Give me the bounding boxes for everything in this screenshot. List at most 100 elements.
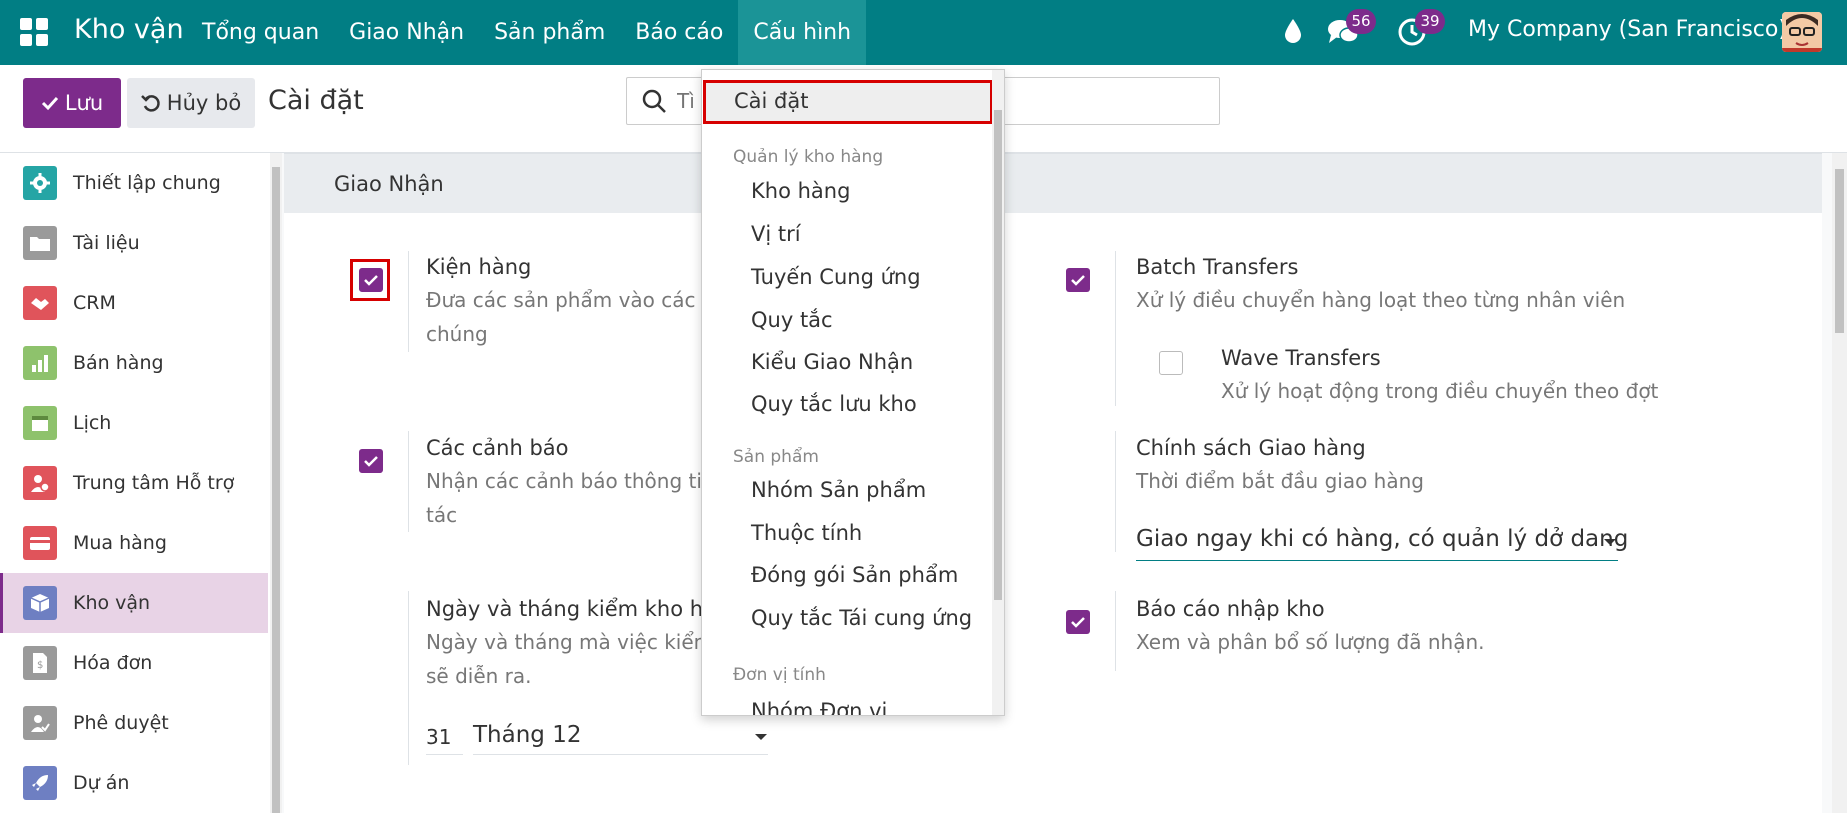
receipt-report-desc: Xem và phân bổ số lượng đã nhận. [1136, 630, 1485, 654]
dropdown-item-label: Cài đặt [734, 89, 809, 113]
divider [1115, 431, 1116, 552]
sidebar-item-approvals[interactable]: Phê duyệt [0, 693, 268, 753]
packages-desc-line2: chúng [426, 322, 488, 346]
sidebar-item-label: Tài liệu [73, 232, 140, 254]
wave-transfers-checkbox[interactable] [1159, 351, 1183, 375]
packages-desc-line1: Đưa các sản phẩm vào các [426, 288, 696, 312]
menu-reporting[interactable]: Báo cáo [620, 0, 738, 65]
settings-main: Giao Nhận Kiện hàng Đưa các sản phẩm vào… [282, 153, 1847, 813]
search-icon [642, 89, 666, 113]
top-navbar: Kho vận Tổng quan Giao Nhận Sản phẩm Báo… [0, 0, 1847, 65]
chevron-down-icon [1604, 539, 1616, 545]
apps-menu-icon[interactable] [20, 18, 48, 46]
dropdown-header-uom: Đơn vị tính [733, 665, 826, 685]
sidebar-item-label: Thiết lập chung [73, 172, 221, 194]
dropdown-item-warehouses[interactable]: Kho hàng [751, 179, 1004, 203]
dropdown-item-operation-types[interactable]: Kiểu Giao Nhận [751, 350, 1004, 374]
menu-operations[interactable]: Giao Nhận [334, 0, 479, 65]
app-brand[interactable]: Kho vận [74, 14, 184, 45]
activities-badge: 39 [1415, 9, 1445, 34]
wave-transfers-title: Wave Transfers [1221, 346, 1381, 370]
sidebar-item-inventory[interactable]: Kho vận [0, 573, 268, 633]
check-icon [41, 96, 58, 111]
inventory-month-select[interactable]: Tháng 12 [473, 722, 581, 748]
sidebar-item-crm[interactable]: CRM [0, 273, 268, 333]
inventory-day-input[interactable]: 31 [426, 725, 451, 749]
sidebar-item-helpdesk[interactable]: Trung tâm Hỗ trợ [0, 453, 268, 513]
user-avatar[interactable] [1782, 12, 1822, 52]
sidebar-scrollbar[interactable] [270, 153, 282, 813]
check-icon [364, 275, 378, 286]
warnings-title: Các cảnh báo [426, 436, 569, 460]
day-underline [426, 754, 463, 755]
svg-text:$: $ [37, 660, 43, 671]
dropdown-item-settings[interactable]: Cài đặt [703, 80, 993, 124]
section-header: Giao Nhận [284, 153, 1822, 213]
warnings-checkbox[interactable] [359, 449, 383, 473]
discard-button[interactable]: Hủy bỏ [127, 78, 255, 128]
main-menu: Tổng quan Giao Nhận Sản phẩm Báo cáo Cấu… [187, 0, 867, 65]
divider [408, 251, 409, 352]
sidebar-item-calendar[interactable]: Lịch [0, 393, 268, 453]
dropdown-scrollbar[interactable] [992, 70, 1004, 715]
menu-configuration[interactable]: Cấu hình [738, 0, 867, 65]
warnings-desc-line2: tác [426, 503, 458, 527]
dropdown-item-reordering-rules[interactable]: Quy tắc Tái cung ứng [751, 606, 1004, 630]
messages-badge: 56 [1346, 9, 1376, 34]
menu-overview[interactable]: Tổng quan [187, 0, 334, 65]
settings-panel: Kiện hàng Đưa các sản phẩm vào các chúng… [284, 213, 1822, 813]
wave-transfers-desc: Xử lý hoạt động trong điều chuyển theo đ… [1221, 379, 1659, 403]
company-switcher[interactable]: My Company (San Francisco) [1468, 17, 1787, 42]
dropdown-item-attributes[interactable]: Thuộc tính [751, 521, 1004, 545]
packages-checkbox[interactable] [359, 268, 383, 292]
support-icon [23, 466, 57, 500]
dropdown-item-locations[interactable]: Vị trí [751, 222, 1004, 246]
settings-sidebar: Thiết lập chung Tài liệu CRM Bán hàng Lị… [0, 153, 270, 813]
sidebar-item-documents[interactable]: Tài liệu [0, 213, 268, 273]
divider [408, 431, 409, 532]
calendar-icon [23, 406, 57, 440]
batch-transfers-title: Batch Transfers [1136, 255, 1299, 279]
batch-transfers-desc: Xử lý điều chuyển hàng loạt theo từng nh… [1136, 288, 1626, 312]
dropdown-header-warehouse: Quản lý kho hàng [733, 147, 884, 167]
check-icon [1071, 617, 1085, 628]
month-underline [473, 754, 768, 755]
dropdown-item-putaway-rules[interactable]: Quy tắc lưu kho [751, 392, 1004, 416]
page-title: Cài đặt [268, 85, 364, 116]
dropdown-item-product-categories[interactable]: Nhóm Sản phẩm [751, 478, 1004, 502]
packages-title: Kiện hàng [426, 255, 532, 279]
sidebar-item-label: CRM [73, 292, 116, 314]
sidebar-item-project[interactable]: Dự án [0, 753, 268, 813]
batch-transfers-checkbox[interactable] [1066, 268, 1090, 292]
undo-icon [140, 95, 160, 112]
check-icon [364, 456, 378, 467]
sidebar-item-label: Trung tâm Hỗ trợ [73, 472, 235, 494]
divider [408, 591, 409, 765]
sidebar-item-invoicing[interactable]: $ Hóa đơn [0, 633, 268, 693]
divider [1115, 251, 1116, 406]
droplet-icon[interactable] [1283, 17, 1303, 45]
receipt-report-checkbox[interactable] [1066, 610, 1090, 634]
configuration-dropdown: Cài đặt Quản lý kho hàng Kho hàng Vị trí… [701, 69, 1005, 716]
save-button[interactable]: Lưu [23, 78, 121, 128]
dropdown-item-routes[interactable]: Tuyến Cung ứng [751, 265, 1004, 289]
dropdown-item-packagings[interactable]: Đóng gói Sản phẩm [751, 563, 1004, 587]
dropdown-item-uom-categories[interactable]: Nhóm Đơn vị [751, 699, 1004, 715]
save-label: Lưu [64, 91, 104, 115]
main-scrollbar[interactable] [1832, 153, 1847, 813]
check-icon [1071, 275, 1085, 286]
section-title: Giao Nhận [334, 172, 444, 196]
dropdown-item-rules[interactable]: Quy tắc [751, 308, 1004, 332]
invoice-icon: $ [23, 646, 57, 680]
sidebar-item-sales[interactable]: Bán hàng [0, 333, 268, 393]
sidebar-item-label: Bán hàng [73, 352, 164, 374]
menu-products[interactable]: Sản phẩm [479, 0, 620, 65]
delivery-policy-select[interactable]: Giao ngay khi có hàng, có quản lý dở dan… [1136, 526, 1628, 552]
sidebar-item-purchase[interactable]: Mua hàng [0, 513, 268, 573]
approval-icon [23, 706, 57, 740]
sidebar-item-label: Phê duyệt [73, 712, 169, 734]
delivery-policy-desc: Thời điểm bắt đầu giao hàng [1136, 469, 1424, 493]
sidebar-item-label: Mua hàng [73, 532, 167, 554]
card-icon [23, 526, 57, 560]
sidebar-item-general[interactable]: Thiết lập chung [0, 153, 268, 213]
